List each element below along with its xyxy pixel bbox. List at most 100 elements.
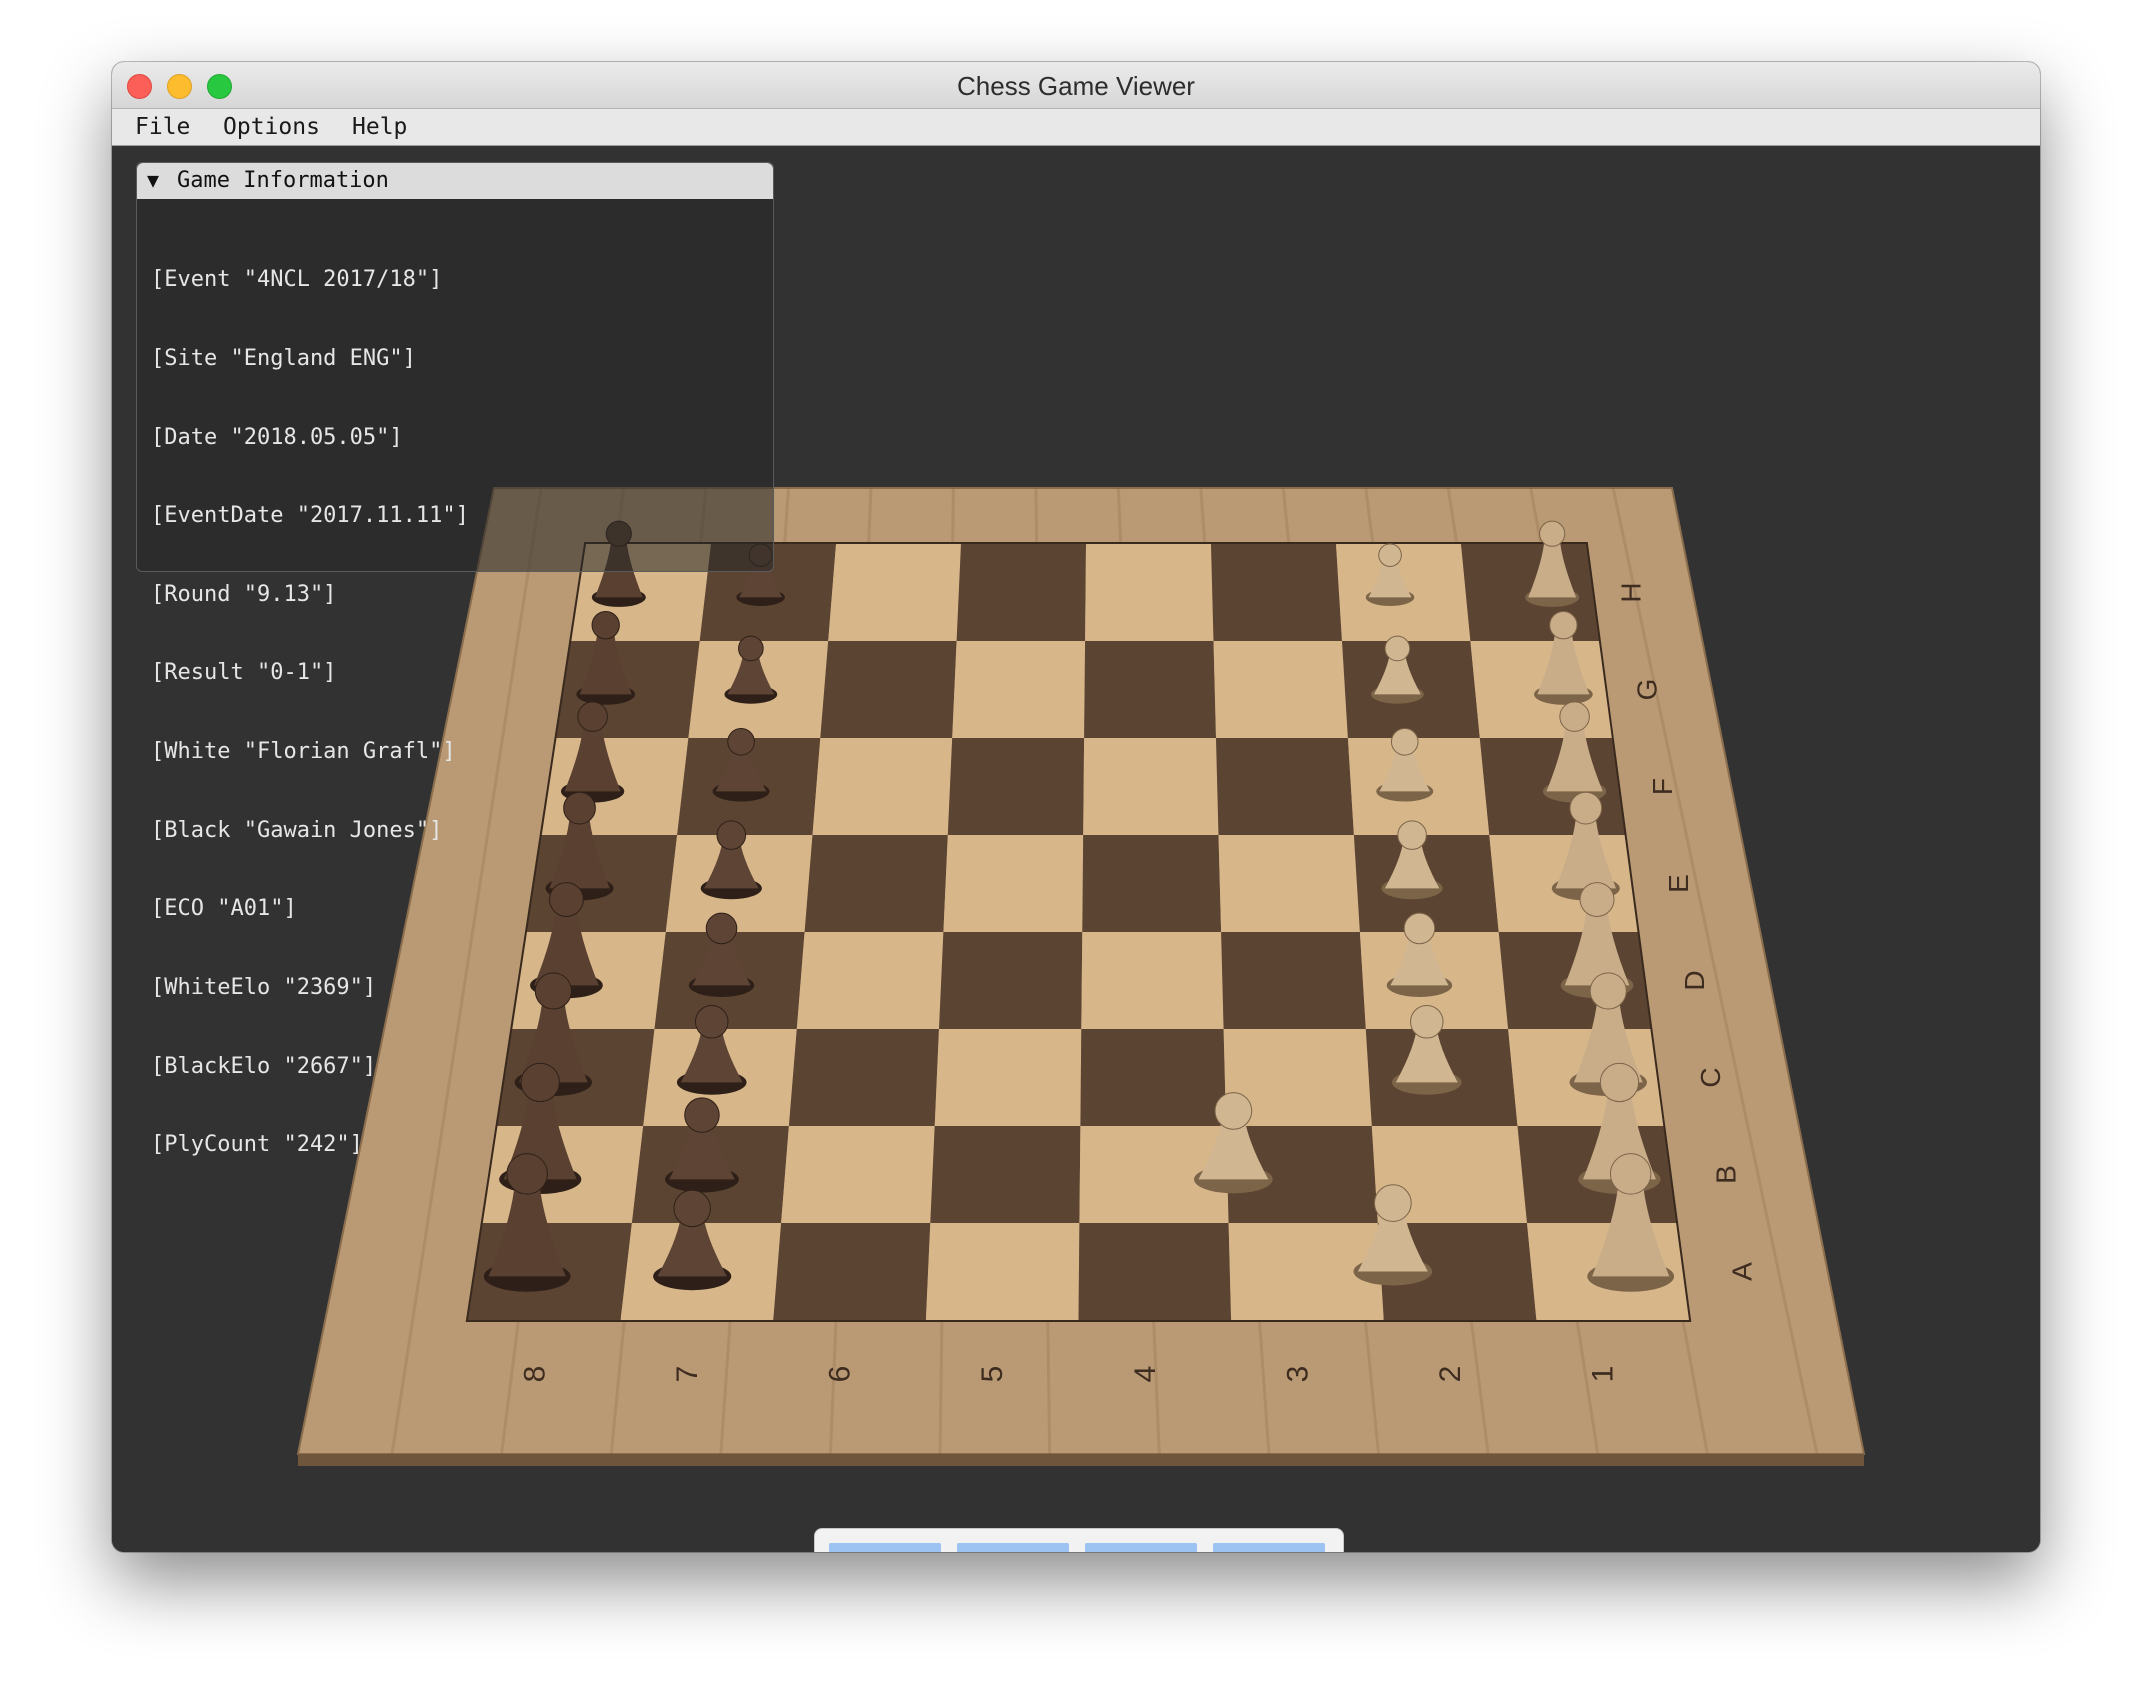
board-square[interactable] bbox=[1080, 1029, 1227, 1126]
board-square[interactable] bbox=[1078, 1223, 1232, 1320]
board-squares[interactable] bbox=[465, 542, 1692, 1322]
board-square[interactable] bbox=[1085, 544, 1214, 641]
menu-file[interactable]: File bbox=[135, 114, 190, 140]
menu-help[interactable]: Help bbox=[352, 114, 407, 140]
board-square[interactable] bbox=[1216, 738, 1354, 835]
piece-head bbox=[738, 635, 764, 662]
rank-label: 8 bbox=[518, 1366, 551, 1383]
file-label: B bbox=[1711, 1165, 1742, 1184]
file-label: C bbox=[1695, 1067, 1726, 1087]
file-label: A bbox=[1727, 1262, 1758, 1281]
tag-ply-count: [PlyCount "242"] bbox=[151, 1132, 363, 1158]
piece-head bbox=[1378, 543, 1402, 567]
board-square[interactable] bbox=[796, 932, 944, 1029]
tag-site: [Site "England ENG"] bbox=[151, 346, 416, 372]
board-square[interactable] bbox=[934, 1029, 1082, 1126]
3d-viewport[interactable]: 8 7 6 5 4 3 2 1 H G F E D C B A ▼ Game Information [Eve… bbox=[112, 146, 2040, 1552]
rank-label: 5 bbox=[976, 1366, 1009, 1383]
piece-head bbox=[1397, 820, 1427, 850]
board-square[interactable] bbox=[1082, 835, 1222, 932]
piece-head bbox=[577, 701, 608, 732]
board-square[interactable] bbox=[956, 544, 1086, 641]
rank-label: 7 bbox=[671, 1366, 704, 1383]
first-move-button[interactable]: << bbox=[829, 1543, 941, 1552]
piece-head bbox=[727, 728, 755, 756]
menu-bar: File Options Help bbox=[112, 109, 2040, 146]
board-square[interactable] bbox=[828, 544, 961, 641]
file-label: G bbox=[1631, 679, 1662, 701]
last-move-button[interactable]: >> bbox=[1213, 1543, 1325, 1552]
file-label: E bbox=[1663, 874, 1694, 893]
window-title: Chess Game Viewer bbox=[957, 71, 1195, 101]
collapse-triangle-icon[interactable]: ▼ bbox=[147, 168, 159, 192]
board-square[interactable] bbox=[1213, 641, 1348, 738]
board-square[interactable] bbox=[820, 641, 957, 738]
piece-head bbox=[1214, 1092, 1253, 1130]
piece-head bbox=[1569, 791, 1603, 825]
board-square[interactable] bbox=[1084, 641, 1216, 738]
piece-head bbox=[673, 1189, 711, 1228]
rank-label: 1 bbox=[1587, 1366, 1620, 1383]
panel-title: Game Information bbox=[177, 168, 389, 193]
rank-label: 4 bbox=[1129, 1366, 1162, 1383]
piece-head bbox=[1410, 1005, 1444, 1039]
panel-header[interactable]: ▼ Game Information bbox=[137, 163, 773, 199]
tag-event: [Event "4NCL 2017/18"] bbox=[151, 267, 443, 293]
board-square[interactable] bbox=[1211, 544, 1342, 641]
piece-head bbox=[520, 1062, 560, 1103]
tag-black-elo: [BlackElo "2667"] bbox=[151, 1053, 377, 1079]
board-square[interactable] bbox=[952, 641, 1086, 738]
rank-label: 2 bbox=[1434, 1366, 1467, 1383]
app-window: Chess Game Viewer File Options Help 8 7 6 5… bbox=[112, 62, 2040, 1552]
game-information-panel: ▼ Game Information [Event "4NCL 2017/18"… bbox=[136, 162, 774, 1157]
tag-white: [White "Florian Grafl"] bbox=[151, 739, 456, 765]
board-square[interactable] bbox=[925, 1223, 1080, 1320]
tag-black: [Black "Gawain Jones"] bbox=[151, 817, 443, 843]
board-square[interactable] bbox=[804, 835, 948, 932]
piece-head bbox=[1609, 1153, 1652, 1195]
piece-head bbox=[548, 882, 584, 917]
piece-head bbox=[1599, 1062, 1640, 1103]
board-square[interactable] bbox=[939, 932, 1083, 1029]
board-square[interactable] bbox=[812, 738, 953, 835]
piece-head bbox=[1373, 1184, 1412, 1222]
file-label: D bbox=[1679, 970, 1710, 990]
board-square[interactable] bbox=[788, 1029, 939, 1126]
piece-head bbox=[534, 972, 572, 1010]
file-label: H bbox=[1615, 582, 1646, 602]
piece-head bbox=[1403, 912, 1436, 945]
board-square[interactable] bbox=[1221, 932, 1366, 1029]
piece-head bbox=[1539, 520, 1566, 547]
board-square[interactable] bbox=[930, 1126, 1081, 1223]
piece-head bbox=[506, 1153, 548, 1195]
menu-options[interactable]: Options bbox=[223, 114, 320, 140]
piece-head bbox=[563, 791, 596, 825]
tag-date: [Date "2018.05.05"] bbox=[151, 424, 403, 450]
next-move-button[interactable]: > bbox=[1085, 1543, 1197, 1552]
pgn-tags: [Event "4NCL 2017/18"] [Site "England EN… bbox=[151, 215, 469, 1211]
piece-head bbox=[591, 611, 620, 640]
board-square[interactable] bbox=[947, 738, 1085, 835]
piece-head bbox=[716, 820, 747, 850]
board-square[interactable] bbox=[1083, 738, 1219, 835]
tag-eco: [ECO "A01"] bbox=[151, 896, 297, 922]
previous-move-button[interactable]: < bbox=[957, 1543, 1069, 1552]
board-square[interactable] bbox=[781, 1126, 935, 1223]
piece-head bbox=[1559, 701, 1590, 732]
tag-result: [Result "0-1"] bbox=[151, 660, 337, 686]
file-label: F bbox=[1647, 778, 1678, 795]
title-bar: Chess Game Viewer bbox=[112, 62, 2040, 109]
board-square[interactable] bbox=[1081, 932, 1224, 1029]
piece-head bbox=[705, 912, 738, 945]
tag-white-elo: [WhiteElo "2369"] bbox=[151, 974, 377, 1000]
board-square[interactable] bbox=[943, 835, 1084, 932]
board-frame-edge bbox=[298, 1454, 1864, 1466]
piece-head bbox=[694, 1005, 729, 1039]
board-square[interactable] bbox=[1218, 835, 1360, 932]
piece-head bbox=[1589, 972, 1627, 1010]
tag-round: [Round "9.13"] bbox=[151, 581, 337, 607]
board-square[interactable] bbox=[773, 1223, 931, 1320]
piece-head bbox=[684, 1097, 720, 1133]
piece-head bbox=[1579, 882, 1615, 917]
tag-event-date: [EventDate "2017.11.11"] bbox=[151, 503, 469, 529]
